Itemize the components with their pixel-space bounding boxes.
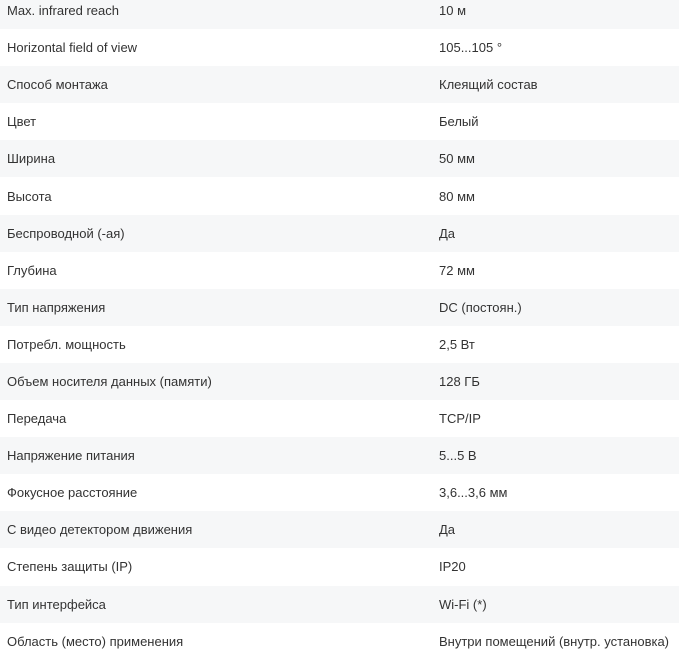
spec-row: Фокусное расстояние 3,6...3,6 мм <box>0 474 679 512</box>
spec-value: 10 м <box>439 3 467 19</box>
spec-value: 2,5 Вт <box>439 336 475 352</box>
spec-name: Объем носителя данных (памяти) <box>7 373 212 389</box>
spec-value: 5...5 В <box>439 448 477 464</box>
spec-value: 3,6...3,6 мм <box>439 485 508 501</box>
specifications-table: Max. infrared reach 10 м Horizontal field… <box>0 0 679 660</box>
spec-name: Глубина <box>7 262 57 278</box>
spec-name: Напряжение питания <box>7 448 135 464</box>
spec-name: Степень защиты (IP) <box>7 559 133 575</box>
spec-value: 105...105 ° <box>439 40 503 56</box>
spec-name: Тип напряжения <box>7 299 106 315</box>
spec-value: TCP/IP <box>439 411 481 427</box>
spec-row: Беспроводной (-ая) Да <box>0 214 679 252</box>
spec-row: Способ монтажа Клеящий состав <box>0 66 679 104</box>
spec-value: 80 мм <box>439 188 475 204</box>
spec-value: DC (постоян.) <box>439 299 522 315</box>
spec-row: Цвет Белый <box>0 103 679 141</box>
spec-row: Max. infrared reach 10 м <box>0 0 679 30</box>
spec-value: IP20 <box>439 559 466 575</box>
spec-value: 50 мм <box>439 151 475 167</box>
spec-row: Ширина 50 мм <box>0 140 679 178</box>
spec-row: Степень защиты (IP) IP20 <box>0 548 679 586</box>
spec-row: Horizontal field of view 105...105 ° <box>0 29 679 67</box>
spec-name: Способ монтажа <box>7 77 108 93</box>
spec-row: Область (место) применения Внутри помещен… <box>0 622 679 660</box>
spec-name: Ширина <box>7 151 56 167</box>
spec-name: Horizontal field of view <box>7 40 138 56</box>
spec-name: Тип интерфейса <box>7 596 106 612</box>
spec-row: Объем носителя данных (памяти) 128 ГБ <box>0 362 679 401</box>
spec-value: 72 мм <box>439 262 475 278</box>
spec-value: Клеящий состав <box>439 77 538 93</box>
spec-value: Да <box>439 225 456 241</box>
spec-name: Потребл. мощность <box>7 336 126 352</box>
spec-value: Да <box>439 522 456 538</box>
spec-name: Область (место) применения <box>7 633 184 649</box>
spec-row: Передача TCP/IP <box>0 400 679 438</box>
spec-row: С видео детектором движения Да <box>0 511 679 549</box>
spec-row: Тип напряжения DC (постоян.) <box>0 288 679 326</box>
spec-value: Белый <box>439 114 479 130</box>
spec-row: Высота 80 мм <box>0 177 679 215</box>
spec-name: Max. infrared reach <box>7 3 119 19</box>
spec-value: Внутри помещений (внутр. установка) <box>439 633 670 649</box>
spec-name: Фокусное расстояние <box>7 485 138 501</box>
spec-name: Высота <box>7 188 52 204</box>
spec-name: Беспроводной (-ая) <box>7 225 125 241</box>
spec-row: Глубина 72 мм <box>0 251 679 289</box>
spec-row: Потребл. мощность 2,5 Вт <box>0 325 679 363</box>
spec-name: Передача <box>7 411 67 427</box>
spec-row: Тип интерфейса Wi-Fi (*) <box>0 585 679 623</box>
spec-value: 128 ГБ <box>439 373 480 389</box>
spec-row: Напряжение питания 5...5 В <box>0 437 679 475</box>
spec-name: С видео детектором движения <box>7 522 193 538</box>
spec-name: Цвет <box>7 114 37 130</box>
spec-value: Wi-Fi (*) <box>439 596 487 612</box>
